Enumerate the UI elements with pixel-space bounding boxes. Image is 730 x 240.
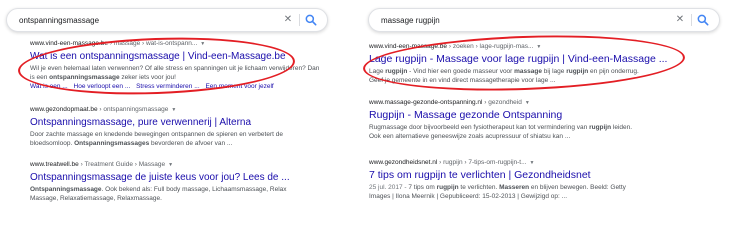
result-breadcrumb: › rugpijn › 7-tips-om-rugpijn-t...: [437, 159, 527, 166]
snippet-line: Ontspanningsmassage. Ook bekend als: Ful…: [30, 185, 290, 194]
result-breadcrumb: › massage › wat-is-ontspann...: [108, 40, 198, 47]
snippet-keyword: rugpijn: [566, 68, 589, 75]
snippet-line: Geef je gemeente in en vind direct massa…: [369, 76, 667, 85]
snippet-keyword: ontspanningsmassage: [49, 74, 120, 81]
snippet-text: Door zachte massage en knedende beweging…: [30, 131, 283, 138]
snippet-line: Images | Ilona Meernik | Gepubliceerd: 1…: [369, 192, 626, 201]
result-domain: www.massage-gezonde-ontspanning.nl: [369, 99, 483, 106]
caret-down-icon[interactable]: ▼: [525, 100, 530, 106]
snippet-line: Rugmassage door bijvoorbeeld een fysioth…: [369, 123, 632, 132]
close-icon[interactable]: ✕: [673, 12, 687, 28]
search-input[interactable]: [381, 14, 626, 27]
snippet-text: en pijn onderrug.: [588, 68, 639, 75]
snippet-text: 7 tips om: [408, 184, 437, 191]
snippet-line: Door zachte massage en knedende beweging…: [30, 130, 283, 139]
result-domain: www.treatwell.be: [30, 161, 79, 168]
search-results-panel-left: ✕ www.vind-een-massage.be › massage › wa…: [0, 0, 352, 240]
search-result: www.massage-gezonde-ontspanning.nl › gez…: [369, 98, 632, 141]
result-breadcrumb: › Treatment Guide › Massage: [78, 161, 166, 168]
result-url: www.treatwell.be › Treatment Guide › Mas…: [30, 160, 290, 170]
sitelink[interactable]: Stress verminderen ...: [136, 83, 200, 90]
search-icon[interactable]: [304, 13, 318, 27]
result-url: www.gezondopmaat.be › ontspanningsmassag…: [30, 105, 283, 115]
caret-down-icon[interactable]: ▼: [168, 162, 173, 168]
snippet-line: Lage rugpijn - Vind hier een goede masse…: [369, 67, 667, 76]
result-title[interactable]: Wat is een ontspanningsmassage | Vind-ee…: [30, 50, 320, 63]
result-domain: www.gezondheidsnet.nl: [369, 159, 438, 166]
caret-down-icon[interactable]: ▼: [536, 44, 541, 50]
snippet-text: - Vind hier een goede masseur voor: [407, 68, 515, 75]
caret-down-icon[interactable]: ▼: [200, 41, 205, 47]
snippet-keyword: rugpijn: [385, 68, 408, 75]
result-snippet: 25 jul. 2017 - 7 tips om rugpijn te verl…: [369, 183, 626, 201]
snippet-text: en blijven bewegen. Beeld: Getty: [529, 184, 626, 191]
sitelink[interactable]: Een moment voor jezelf: [205, 83, 273, 90]
snippet-keyword: rugpijn: [436, 184, 459, 191]
result-snippet: Rugmassage door bijvoorbeeld een fysioth…: [369, 123, 632, 141]
result-snippet: Door zachte massage en knedende beweging…: [30, 130, 283, 148]
snippet-line: Massage, Relaxatiemassage, Relaxmassage.: [30, 194, 290, 203]
result-url: www.massage-gezonde-ontspanning.nl › gez…: [369, 98, 632, 108]
search-result: www.vind-een-massage.be › zoeken › lage-…: [369, 42, 667, 85]
caret-down-icon[interactable]: ▼: [530, 160, 535, 166]
search-result: www.gezondheidsnet.nl › rugpijn › 7-tips…: [369, 158, 626, 201]
search-input[interactable]: [19, 14, 243, 27]
snippet-text: te verlichten.: [458, 184, 500, 191]
result-url: www.vind-een-massage.be › massage › wat-…: [30, 39, 320, 49]
result-breadcrumb: › zoeken › lage-rugpijn-mas...: [447, 43, 534, 50]
snippet-text: Ook een alternatieve geneeswijze zoals a…: [369, 133, 571, 140]
snippet-text: Massage, Relaxatiemassage, Relaxmassage.: [30, 195, 162, 202]
result-url: www.vind-een-massage.be › zoeken › lage-…: [369, 42, 667, 52]
result-snippet: Ontspanningsmassage. Ook bekend als: Ful…: [30, 185, 290, 203]
result-title[interactable]: Ontspanningsmassage, pure verwennerij | …: [30, 116, 283, 129]
snippet-line: bloedsomloop. Ontspanningsmassages bevor…: [30, 139, 283, 148]
close-icon[interactable]: ✕: [281, 12, 295, 28]
result-snippet: Lage rugpijn - Vind hier een goede masse…: [369, 67, 667, 85]
snippet-text: bevorderen de afvoer van ...: [149, 140, 233, 147]
result-title[interactable]: Lage rugpijn - Massage voor lage rugpijn…: [369, 53, 667, 66]
snippet-keyword: rugpijn: [589, 124, 612, 131]
sitelink[interactable]: Hoe verloopt een ...: [74, 83, 131, 90]
result-snippet: Wil je even helemaal laten verwennen? Of…: [30, 64, 320, 82]
search-result: www.gezondopmaat.be › ontspanningsmassag…: [30, 105, 283, 148]
snippet-keyword: Masseren: [499, 184, 530, 191]
search-result: www.vind-een-massage.be › massage › wat-…: [30, 39, 320, 91]
snippet-keyword: Ontspanningsmassage: [30, 186, 102, 193]
result-domain: www.vind-een-massage.be: [30, 40, 109, 47]
snippet-text: Rugmassage door bijvoorbeeld een fysioth…: [369, 124, 590, 131]
snippet-line: 25 jul. 2017 - 7 tips om rugpijn te verl…: [369, 183, 626, 192]
snippet-text: bij lage: [541, 68, 567, 75]
snippet-text: Geef je gemeente in en vind direct massa…: [369, 77, 556, 84]
result-title[interactable]: Rugpijn - Massage gezonde Ontspanning: [369, 109, 632, 122]
sitelink[interactable]: Wat is een ...: [30, 83, 68, 90]
snippet-text: leiden.: [611, 124, 633, 131]
result-breadcrumb: › gezondheid: [482, 99, 522, 106]
snippet-text: Lage: [369, 68, 386, 75]
result-domain: www.vind-een-massage.be: [369, 43, 448, 50]
result-title[interactable]: Ontspanningsmassage de juiste keus voor …: [30, 171, 290, 184]
result-breadcrumb: › ontspanningsmassage: [97, 106, 169, 113]
result-sitelinks: Wat is een ... Hoe verloopt een ... Stre…: [30, 82, 320, 91]
snippet-text: Images | Ilona Meernik | Gepubliceerd: 1…: [369, 193, 568, 200]
snippet-keyword: massage: [514, 68, 542, 75]
caret-down-icon[interactable]: ▼: [171, 107, 176, 113]
search-icon[interactable]: [696, 13, 710, 27]
snippet-line: Ook een alternatieve geneeswijze zoals a…: [369, 132, 632, 141]
snippet-text: zeker iets voor jou!: [119, 74, 176, 81]
snippet-keyword: Ontspanningsmassages: [74, 140, 150, 147]
search-bar: ✕: [6, 8, 328, 32]
divider: [299, 14, 300, 26]
search-result: www.treatwell.be › Treatment Guide › Mas…: [30, 160, 290, 203]
snippet-date: 25 jul. 2017 -: [369, 184, 409, 191]
search-results-panel-right: ✕ www.vind-een-massage.be › zoeken › lag…: [362, 0, 730, 240]
divider: [691, 14, 692, 26]
result-domain: www.gezondopmaat.be: [30, 106, 98, 113]
search-bar: ✕: [368, 8, 720, 32]
result-url: www.gezondheidsnet.nl › rugpijn › 7-tips…: [369, 158, 626, 168]
result-title[interactable]: 7 tips om rugpijn te verlichten | Gezond…: [369, 169, 626, 182]
snippet-text: bloedsomloop.: [30, 140, 75, 147]
snippet-line: Wil je even helemaal laten verwennen? Of…: [30, 64, 320, 82]
snippet-text: . Ook bekend als: Full body massage, Lic…: [101, 186, 287, 193]
